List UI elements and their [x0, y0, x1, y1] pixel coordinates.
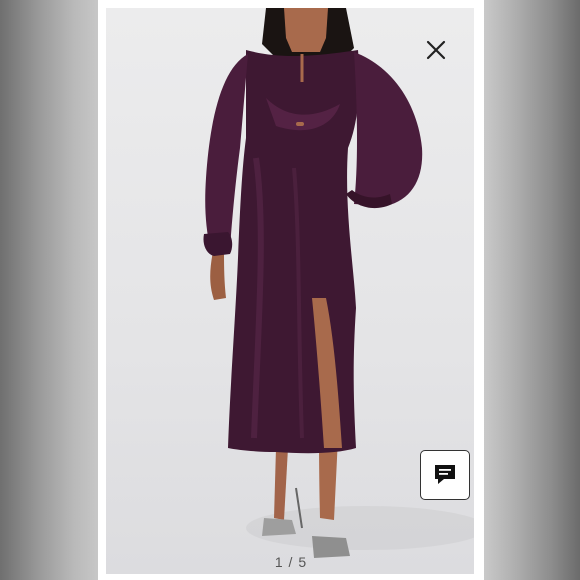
blurred-background-left: [0, 0, 98, 580]
image-counter: 1 / 5: [274, 554, 308, 570]
blurred-background-right: [484, 0, 580, 580]
chat-button[interactable]: [420, 450, 470, 500]
chat-bubble-icon: [435, 465, 455, 484]
dress-model-illustration: [203, 8, 474, 558]
close-button[interactable]: [424, 38, 448, 62]
close-icon: [426, 40, 446, 60]
image-viewer: 1 / 5: [98, 0, 484, 580]
product-photo[interactable]: [106, 8, 474, 574]
